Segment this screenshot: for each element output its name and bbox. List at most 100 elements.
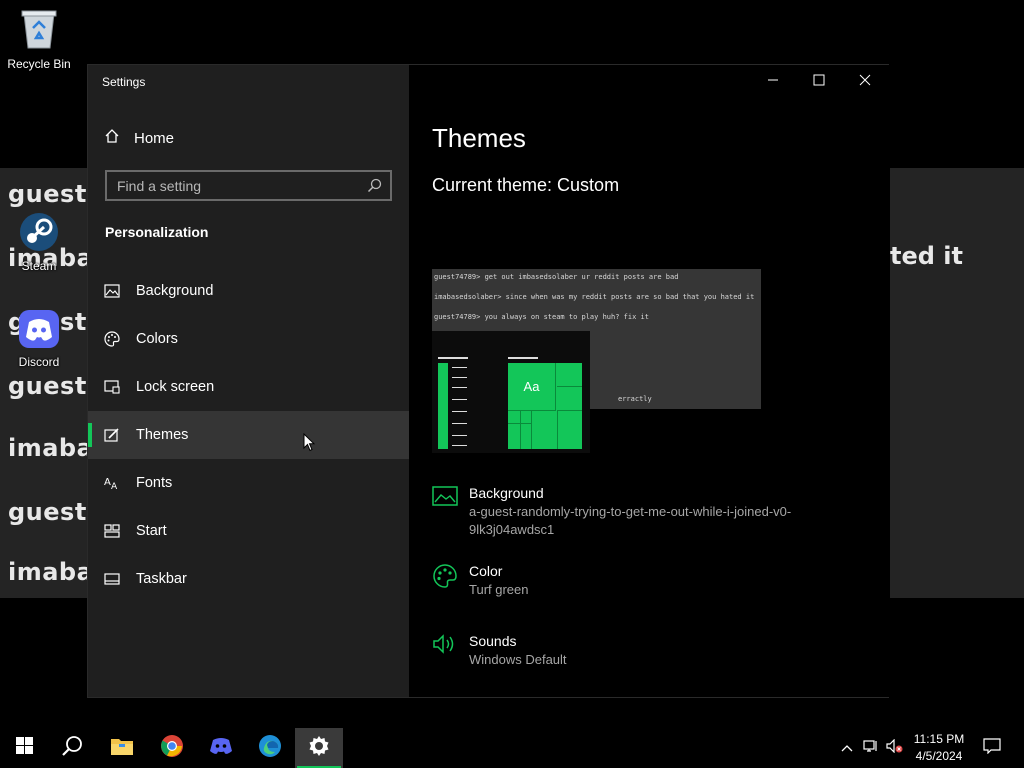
discord-icon bbox=[1, 310, 77, 351]
file-explorer-icon bbox=[110, 736, 134, 761]
nav-home[interactable]: Home bbox=[104, 127, 174, 149]
preview-tile-label: Aa bbox=[508, 363, 556, 411]
window-title: Settings bbox=[102, 75, 146, 89]
sidebar-item-label: Start bbox=[136, 523, 167, 539]
option-value: Windows Default bbox=[469, 652, 567, 667]
search-box[interactable] bbox=[105, 170, 392, 201]
sidebar-item-fonts[interactable]: AA Fonts bbox=[88, 459, 409, 507]
desktop-icon-label: Discord bbox=[18, 355, 60, 369]
clock[interactable]: 11:15 PM 4/5/2024 bbox=[908, 731, 970, 765]
settings-content: Themes Current theme: Custom guest74789>… bbox=[409, 65, 890, 697]
theme-option-sounds[interactable]: Sounds Windows Default bbox=[432, 633, 862, 673]
page-title: Themes bbox=[432, 123, 526, 153]
chrome-icon bbox=[160, 734, 184, 763]
lock-screen-icon bbox=[88, 380, 136, 394]
nav-home-label: Home bbox=[134, 129, 175, 147]
sidebar-item-taskbar[interactable]: Taskbar bbox=[88, 555, 409, 603]
home-icon bbox=[104, 128, 134, 148]
desktop-icon-label: Steam bbox=[21, 259, 57, 273]
sidebar-item-label: Fonts bbox=[136, 475, 173, 491]
current-theme-label: Current theme: Custom bbox=[432, 175, 620, 195]
preview-text: guest74789> get out imbasedsolaber ur re… bbox=[434, 273, 679, 281]
preview-text: guest74789> you always on steam to play … bbox=[434, 313, 649, 321]
wallpaper-text: ted it bbox=[890, 242, 963, 270]
windows-start-icon bbox=[15, 737, 33, 759]
theme-option-color[interactable]: Color Turf green bbox=[432, 563, 862, 603]
steam-icon bbox=[1, 212, 77, 255]
notification-button[interactable] bbox=[978, 728, 1006, 768]
discord-icon bbox=[209, 736, 233, 761]
clock-date: 4/5/2024 bbox=[915, 749, 963, 763]
brush-icon bbox=[88, 428, 136, 442]
taskbar: 11:15 PM 4/5/2024 bbox=[0, 728, 1024, 768]
recycle-bin-icon bbox=[1, 8, 77, 53]
search-icon bbox=[61, 735, 83, 762]
preview-text: imabasedsolaber> since when was my reddi… bbox=[434, 293, 755, 301]
theme-option-background[interactable]: Background a-guest-randomly-trying-to-ge… bbox=[432, 485, 862, 537]
chevron-up-icon bbox=[841, 739, 853, 757]
desktop-icon-label: Recycle Bin bbox=[7, 57, 71, 71]
option-title: Background bbox=[469, 485, 544, 501]
preview-start-column bbox=[438, 363, 448, 449]
preview-tiles: Aa bbox=[508, 363, 582, 449]
picture-icon bbox=[432, 485, 458, 512]
font-icon: AA bbox=[88, 476, 136, 490]
taskbar-app-file-explorer[interactable] bbox=[98, 728, 146, 768]
minimize-icon bbox=[767, 73, 779, 91]
search-input[interactable] bbox=[107, 172, 357, 199]
taskbar-app-edge[interactable] bbox=[246, 728, 294, 768]
settings-window: Settings Home Personalization Background bbox=[87, 64, 890, 698]
palette-icon bbox=[88, 331, 136, 347]
option-value: Turf green bbox=[469, 582, 529, 597]
mouse-cursor-icon bbox=[303, 432, 316, 457]
search-icon[interactable] bbox=[367, 178, 382, 198]
desktop-icon-recycle-bin[interactable]: Recycle Bin bbox=[1, 8, 77, 71]
speaker-icon bbox=[432, 633, 458, 660]
start-button[interactable] bbox=[0, 728, 48, 768]
svg-text:A: A bbox=[111, 482, 118, 490]
palette-icon bbox=[432, 563, 458, 594]
section-title: Personalization bbox=[105, 224, 209, 240]
sidebar-item-label: Colors bbox=[136, 331, 178, 347]
preview-text: erractly bbox=[618, 395, 652, 403]
volume-muted-icon bbox=[886, 738, 904, 758]
sidebar-item-lock-screen[interactable]: Lock screen bbox=[88, 363, 409, 411]
sidebar-item-colors[interactable]: Colors bbox=[88, 315, 409, 363]
taskbar-icon bbox=[88, 573, 136, 585]
desktop-icon-steam[interactable]: Steam bbox=[1, 212, 77, 273]
show-hidden-icons-button[interactable] bbox=[836, 728, 858, 768]
network-icon bbox=[863, 739, 879, 758]
start-icon bbox=[88, 524, 136, 538]
option-value: a-guest-randomly-trying-to-get-me-out-wh… bbox=[469, 504, 792, 537]
taskbar-app-discord[interactable] bbox=[197, 728, 245, 768]
maximize-button[interactable] bbox=[796, 65, 842, 99]
sidebar-item-background[interactable]: Background bbox=[88, 267, 409, 315]
selection-indicator bbox=[88, 423, 92, 447]
option-title: Sounds bbox=[469, 633, 517, 649]
sidebar-item-label: Lock screen bbox=[136, 379, 215, 395]
picture-icon bbox=[88, 284, 136, 298]
sidebar-item-label: Taskbar bbox=[136, 571, 187, 587]
volume-button[interactable] bbox=[884, 728, 906, 768]
settings-gear-icon bbox=[308, 735, 330, 762]
sidebar-item-label: Background bbox=[136, 283, 214, 299]
settings-nav-pane: Settings Home Personalization Background bbox=[88, 65, 409, 697]
sidebar-item-start[interactable]: Start bbox=[88, 507, 409, 555]
maximize-icon bbox=[813, 73, 825, 91]
preview-window: Aa bbox=[432, 331, 590, 453]
close-icon bbox=[859, 73, 871, 91]
clock-time: 11:15 PM bbox=[913, 732, 965, 746]
search-button[interactable] bbox=[48, 728, 96, 768]
taskbar-app-settings[interactable] bbox=[295, 728, 343, 768]
taskbar-app-chrome[interactable] bbox=[148, 728, 196, 768]
sidebar-item-label: Themes bbox=[136, 427, 189, 443]
close-button[interactable] bbox=[842, 65, 888, 99]
edge-icon bbox=[258, 734, 282, 763]
svg-text:A: A bbox=[104, 477, 111, 488]
sidebar-item-themes[interactable]: Themes bbox=[88, 411, 409, 459]
desktop-icon-discord[interactable]: Discord bbox=[1, 310, 77, 369]
network-button[interactable] bbox=[860, 728, 882, 768]
notification-icon bbox=[983, 737, 1001, 759]
minimize-button[interactable] bbox=[750, 65, 796, 99]
desktop: guest7 imabas guest7 guest7 imabas guest… bbox=[0, 0, 1024, 728]
